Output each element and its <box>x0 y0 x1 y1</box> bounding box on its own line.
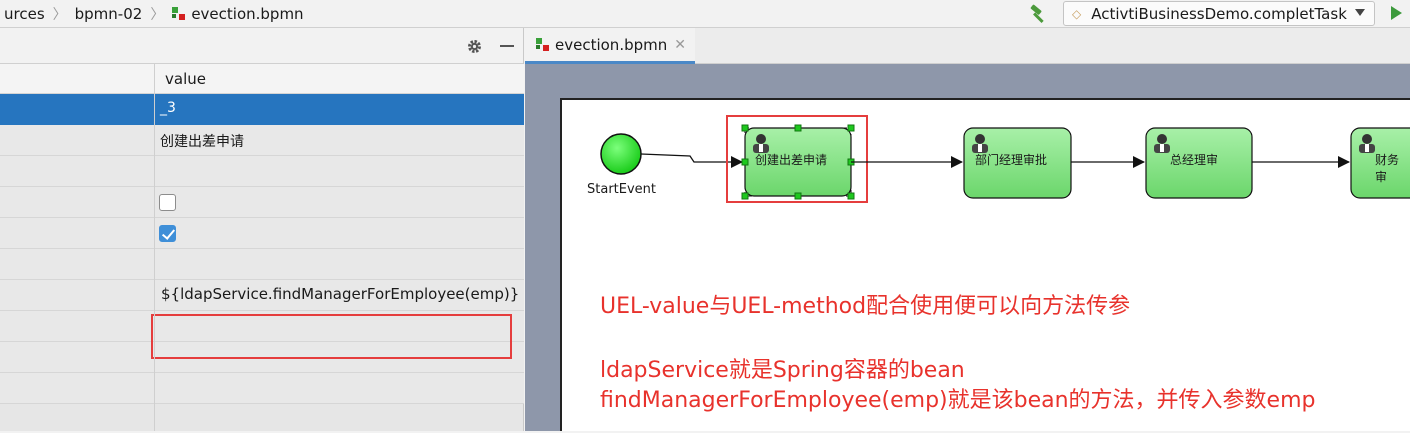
properties-panel: value _3 创建出差申请 ${ldapService.findManage… <box>0 28 524 431</box>
panel-header <box>0 28 523 64</box>
chevron-down-icon <box>1355 9 1365 16</box>
property-value: _3 <box>160 100 176 116</box>
property-value: 创建出差申请 <box>160 134 244 150</box>
table-row[interactable] <box>0 187 524 218</box>
chevron-right-icon: 〉 <box>150 6 165 23</box>
task-label: 财务审 <box>1375 153 1400 184</box>
close-icon[interactable]: ✕ <box>674 37 686 53</box>
task-label: 总经理审 <box>1170 153 1219 167</box>
navigation-bar: urces 〉 bpmn-02 〉 evection.bpmn ◇ Activt… <box>0 0 1410 28</box>
table-row[interactable] <box>0 373 524 404</box>
property-checkbox-unchecked[interactable] <box>159 194 176 211</box>
start-event[interactable] <box>600 133 642 175</box>
breadcrumb-file-label: evection.bpmn <box>191 4 304 23</box>
expression-highlight-box <box>151 314 512 359</box>
table-row[interactable]: _3 <box>0 94 524 125</box>
table-row[interactable] <box>0 249 524 280</box>
tab-evection-bpmn[interactable]: evection.bpmn ✕ <box>525 28 695 64</box>
bpmn-editor: evection.bpmn ✕ StartEvent 创建出差申请 部门经理审批… <box>525 28 1410 431</box>
run-configuration-label: ActivtiBusinessDemo.completTask <box>1091 4 1347 23</box>
breadcrumb-item-resources[interactable]: urces <box>0 5 49 23</box>
annotation-note-bean: ldapService就是Spring容器的bean <box>600 358 965 383</box>
bpmn-file-icon <box>172 6 186 21</box>
properties-table: value _3 创建出差申请 ${ldapService.findManage… <box>0 64 524 431</box>
assignee-expression-value[interactable]: ${ldapService.findManagerForEmployee(emp… <box>161 285 519 303</box>
gear-icon[interactable] <box>466 38 483 55</box>
task-label: 创建出差申请 <box>755 153 828 167</box>
annotation-note-method: findManagerForEmployee(emp)就是该bean的方法，并传… <box>600 388 1316 413</box>
bpmn-file-icon <box>536 37 550 52</box>
table-row[interactable] <box>0 218 524 249</box>
value-column-header[interactable]: value <box>165 70 206 88</box>
property-checkbox-checked[interactable] <box>159 225 176 242</box>
run-configuration-select[interactable]: ◇ ActivtiBusinessDemo.completTask <box>1063 1 1375 26</box>
table-row[interactable]: ${ldapService.findManagerForEmployee(emp… <box>0 280 524 311</box>
start-event-label: StartEvent <box>587 182 656 197</box>
build-hammer-icon[interactable] <box>1028 3 1050 25</box>
table-header: value <box>0 64 524 94</box>
annotation-note-uel: UEL-value与UEL-method配合使用便可以向方法传参 <box>600 294 1131 319</box>
column-divider[interactable] <box>154 64 155 431</box>
config-diamond-icon: ◇ <box>1072 6 1082 21</box>
tab-label: evection.bpmn <box>555 35 668 54</box>
diagram-canvas[interactable]: StartEvent 创建出差申请 部门经理审批 总经理审 财务审 UEL-va… <box>560 98 1410 431</box>
editor-tab-strip: evection.bpmn ✕ <box>525 28 1410 64</box>
minimize-icon[interactable] <box>500 45 514 47</box>
breadcrumb-item-file[interactable]: evection.bpmn <box>168 5 307 23</box>
table-row[interactable]: 创建出差申请 <box>0 125 524 156</box>
diagram-canvas-area[interactable]: StartEvent 创建出差申请 部门经理审批 总经理审 财务审 UEL-va… <box>525 64 1410 431</box>
breadcrumb: urces 〉 bpmn-02 〉 evection.bpmn <box>0 0 308 28</box>
run-icon[interactable] <box>1391 6 1402 20</box>
table-row[interactable] <box>0 156 524 187</box>
task-label: 部门经理审批 <box>975 153 1048 167</box>
chevron-right-icon: 〉 <box>52 6 67 23</box>
breadcrumb-item-bpmn-02[interactable]: bpmn-02 <box>71 5 147 23</box>
